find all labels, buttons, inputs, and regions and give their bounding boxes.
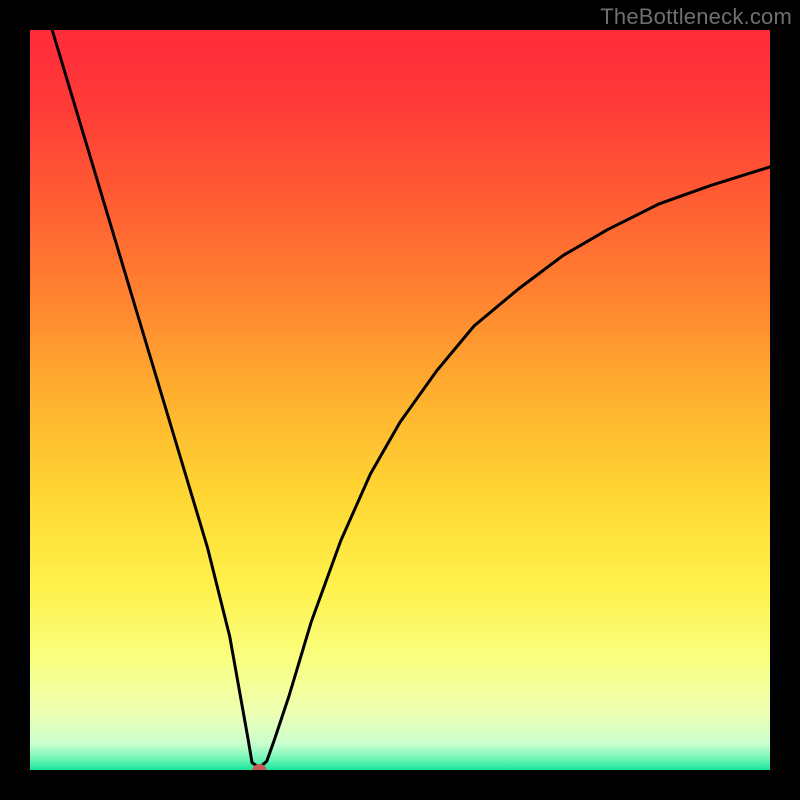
- plot-area: [30, 30, 770, 770]
- watermark-label: TheBottleneck.com: [600, 4, 792, 30]
- chart-background: [30, 30, 770, 770]
- chart-frame: TheBottleneck.com: [0, 0, 800, 800]
- chart-svg: [30, 30, 770, 770]
